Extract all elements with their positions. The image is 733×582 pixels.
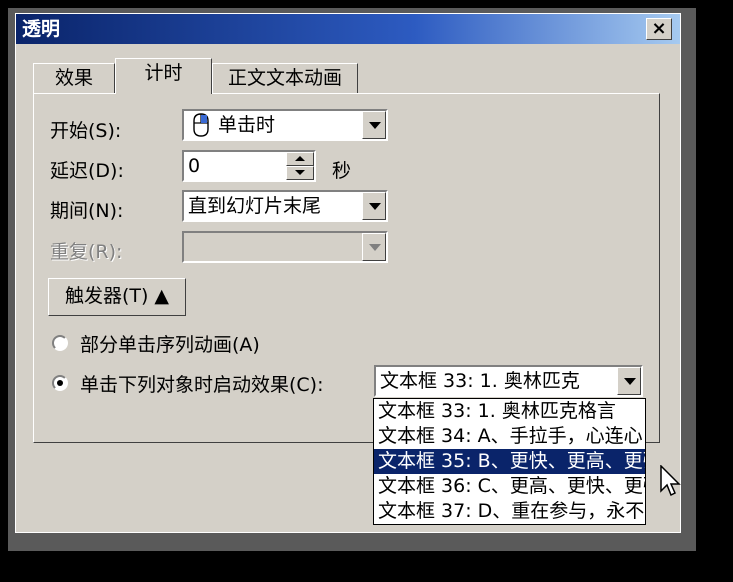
tab-effect-label: 效果 (54, 67, 93, 89)
delay-unit: 秒 (332, 160, 352, 182)
delay-increment-button[interactable] (286, 152, 314, 166)
start-label: 开始(S): (50, 120, 122, 142)
window-title: 透明 (22, 18, 61, 40)
timing-panel: 开始(S): 单击时 延迟(D): 0 秒 期间(N): 直到幻灯片末尾 重复(… (33, 93, 660, 443)
chevron-down-icon (369, 122, 381, 129)
start-combo[interactable]: 单击时 (182, 109, 388, 141)
cursor-icon (660, 465, 681, 497)
start-value: 单击时 (218, 114, 276, 136)
close-icon: × (651, 18, 667, 39)
radio-object-label[interactable]: 单击下列对象时启动效果(C): (80, 370, 324, 397)
arrow-up-icon (295, 156, 305, 161)
list-item-selected[interactable]: 文本框 35: B、更快、更高、更强 (374, 449, 645, 474)
repeat-dropdown-button (362, 233, 386, 261)
delay-label: 延迟(D): (50, 160, 124, 182)
tab-text-animation[interactable]: 正文文本动画 (212, 63, 358, 93)
trigger-object-combo[interactable]: 文本框 33: 1. 奥林匹克 (374, 365, 643, 397)
title-bar: 透明 × (16, 14, 680, 44)
trigger-object-dropdown-button[interactable] (617, 367, 641, 395)
tab-timing[interactable]: 计时 (115, 58, 212, 94)
chevron-down-icon (369, 244, 381, 251)
repeat-label: 重复(R): (50, 241, 123, 263)
period-label: 期间(N): (50, 200, 124, 222)
list-item[interactable]: 文本框 36: C、更高、更快、更强 (374, 474, 645, 499)
period-value: 直到幻灯片末尾 (188, 195, 322, 217)
radio-sequence-label[interactable]: 部分单击序列动画(A) (80, 330, 260, 357)
radio-dot (57, 380, 63, 386)
tab-effect[interactable]: 效果 (33, 63, 115, 93)
start-dropdown-button[interactable] (362, 111, 386, 139)
triggers-button[interactable]: 触发器(T) ▲ (48, 278, 186, 316)
arrow-down-icon (295, 170, 305, 175)
delay-input[interactable]: 0 (182, 150, 316, 182)
chevron-down-icon (624, 378, 636, 385)
close-button[interactable]: × (646, 18, 672, 40)
chevron-down-icon (369, 203, 381, 210)
triggers-button-label: 触发器(T) ▲ (64, 285, 170, 307)
period-dropdown-button[interactable] (362, 192, 386, 220)
delay-value: 0 (188, 155, 201, 177)
list-item[interactable]: 文本框 34: A、手拉手，心连心 (374, 424, 645, 449)
radio-object[interactable] (52, 375, 68, 391)
trigger-object-value: 文本框 33: 1. 奥林匹克 (380, 370, 580, 392)
period-combo[interactable]: 直到幻灯片末尾 (182, 190, 388, 222)
delay-decrement-button[interactable] (286, 166, 314, 180)
tab-text-animation-label: 正文文本动画 (227, 67, 342, 89)
tab-timing-label: 计时 (144, 62, 183, 84)
list-item[interactable]: 文本框 33: 1. 奥林匹克格言 (374, 399, 645, 424)
list-item[interactable]: 文本框 37: D、重在参与，永不言败 (374, 499, 645, 524)
repeat-combo (182, 231, 388, 263)
mouse-icon (193, 113, 209, 137)
radio-sequence[interactable] (52, 335, 68, 351)
trigger-object-list: 文本框 33: 1. 奥林匹克格言 文本框 34: A、手拉手，心连心 文本框 … (373, 398, 646, 525)
